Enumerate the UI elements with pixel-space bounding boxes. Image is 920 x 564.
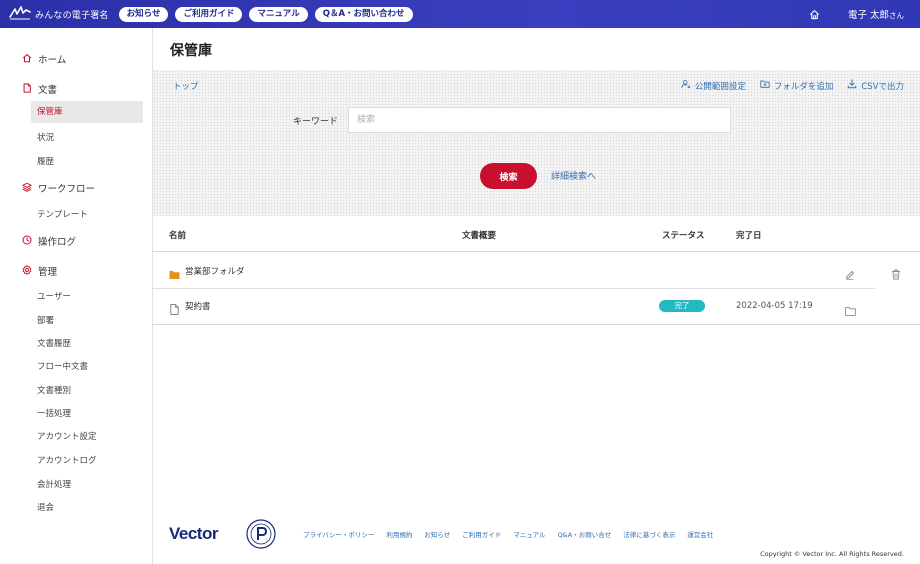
sidebar-item-workflow[interactable]: ワークフロー <box>22 181 95 195</box>
sidebar-item-in-flow-documents[interactable]: フロー中文書 <box>37 360 88 372</box>
download-icon <box>847 79 861 92</box>
sidebar-item-template[interactable]: テンプレート <box>37 208 88 220</box>
export-csv-button[interactable]: CSVで出力 <box>847 79 904 92</box>
app-name: みんなの電子署名 <box>35 10 109 21</box>
footer-links: プライバシー・ポリシー 利用規約 お知らせ ご利用ガイド マニュアル Q&A・お… <box>303 529 725 539</box>
sidebar-item-history[interactable]: 履歴 <box>37 155 54 167</box>
privacy-mark-icon <box>245 518 277 550</box>
toolbar-actions: 公開範囲設定 フォルダを追加 CSVで出力 <box>667 79 904 92</box>
user-honorific: さん <box>889 11 904 20</box>
sidebar-item-departments[interactable]: 部署 <box>37 314 54 326</box>
sidebar-item-label: 操作ログ <box>38 237 77 248</box>
user-menu[interactable]: 電子 太郎さん <box>848 7 904 21</box>
sidebar-item-home[interactable]: ホーム <box>22 52 66 66</box>
user-name: 電子 太郎 <box>847 10 889 21</box>
folder-move-icon[interactable] <box>845 301 856 320</box>
copyright: Copyright © Vector Inc. All Rights Reser… <box>760 550 904 558</box>
sidebar-item-admin[interactable]: 管理 <box>22 264 57 278</box>
folder-plus-icon <box>760 79 774 92</box>
sidebar-item-vault[interactable]: 保管庫 <box>31 101 143 123</box>
sidebar-item-label: 文書 <box>38 85 58 96</box>
sidebar-item-label: ホーム <box>38 55 67 66</box>
app-logo[interactable]: みんなの電子署名 <box>9 4 109 24</box>
sidebar-item-oplog[interactable]: 操作ログ <box>22 234 76 248</box>
edit-icon[interactable] <box>845 265 855 284</box>
trash-icon[interactable] <box>891 265 901 284</box>
file-icon <box>170 300 179 319</box>
user-settings-icon <box>681 79 695 92</box>
sidebar-item-document-types[interactable]: 文書種別 <box>37 384 71 396</box>
action-label: 公開範囲設定 <box>694 81 746 92</box>
add-folder-button[interactable]: フォルダを追加 <box>760 79 834 92</box>
signature-logo-icon <box>9 4 31 24</box>
sidebar-item-account-log[interactable]: アカウントログ <box>37 454 97 466</box>
layers-icon <box>22 182 38 195</box>
footer-link-manual[interactable]: マニュアル <box>513 529 545 539</box>
sidebar-item-withdraw[interactable]: 退会 <box>37 501 54 513</box>
footer-link-news[interactable]: お知らせ <box>424 529 450 539</box>
divider <box>153 251 920 252</box>
page-title: 保管庫 <box>170 43 212 59</box>
footer-link-company[interactable]: 運営会社 <box>687 529 713 539</box>
column-header-summary[interactable]: 文書概要 <box>462 229 496 241</box>
column-header-completed[interactable]: 完了日 <box>736 229 762 241</box>
visibility-settings-button[interactable]: 公開範囲設定 <box>681 79 746 92</box>
vector-logo[interactable]: Vector <box>169 524 218 544</box>
nav-qa-button[interactable]: Q＆A・お問い合わせ <box>314 6 413 22</box>
sidebar-item-label: 管理 <box>38 267 58 278</box>
nav-manual-button[interactable]: マニュアル <box>249 6 308 22</box>
footer-link-qa[interactable]: Q&A・お問い合せ <box>558 529 612 539</box>
column-header-name[interactable]: 名前 <box>169 229 186 241</box>
footer-link-terms[interactable]: 利用規約 <box>386 529 412 539</box>
sidebar-item-users[interactable]: ユーザー <box>37 290 71 302</box>
row-completed-date: 2022-04-05 17:19 <box>736 301 813 311</box>
sidebar-item-batch-processing[interactable]: 一括処理 <box>37 407 71 419</box>
folder-icon <box>169 265 180 284</box>
home-icon[interactable] <box>809 5 820 24</box>
sidebar-item-document-history[interactable]: 文書履歴 <box>37 337 71 349</box>
document-icon <box>22 82 38 96</box>
nav-news-button[interactable]: お知らせ <box>118 6 169 22</box>
sidebar-item-label: ワークフロー <box>38 184 96 195</box>
sidebar-item-account-settings[interactable]: アカウント設定 <box>37 430 97 442</box>
action-label: フォルダを追加 <box>773 81 834 92</box>
action-label: CSVで出力 <box>861 81 904 92</box>
row-name: 契約書 <box>185 302 211 312</box>
row-divider <box>153 288 875 289</box>
top-header: みんなの電子署名 お知らせ ご利用ガイド マニュアル Q＆A・お問い合わせ 電子… <box>0 0 920 28</box>
breadcrumb[interactable]: トップ <box>173 80 199 92</box>
sidebar-item-accounting[interactable]: 会計処理 <box>37 478 71 490</box>
divider <box>153 324 920 325</box>
gear-icon <box>22 264 38 278</box>
home-icon <box>22 53 38 66</box>
keyword-label: キーワード <box>293 117 339 127</box>
sidebar-item-documents[interactable]: 文書 <box>22 82 57 96</box>
nav-guide-button[interactable]: ご利用ガイド <box>175 6 243 22</box>
sidebar-item-status[interactable]: 状況 <box>37 131 54 143</box>
column-header-status[interactable]: ステータス <box>662 229 705 241</box>
status-badge: 完了 <box>659 300 705 312</box>
row-name: 営業部フォルダ <box>185 267 245 277</box>
search-button[interactable]: 検索 <box>480 163 537 189</box>
keyword-search-input[interactable] <box>348 107 731 133</box>
footer-link-guide[interactable]: ご利用ガイド <box>462 529 501 539</box>
clock-icon <box>22 234 38 248</box>
footer-link-privacy[interactable]: プライバシー・ポリシー <box>303 529 374 539</box>
advanced-search-link[interactable]: 詳細検索へ <box>551 169 596 182</box>
footer-link-legal[interactable]: 法律に基づく表示 <box>623 529 675 539</box>
